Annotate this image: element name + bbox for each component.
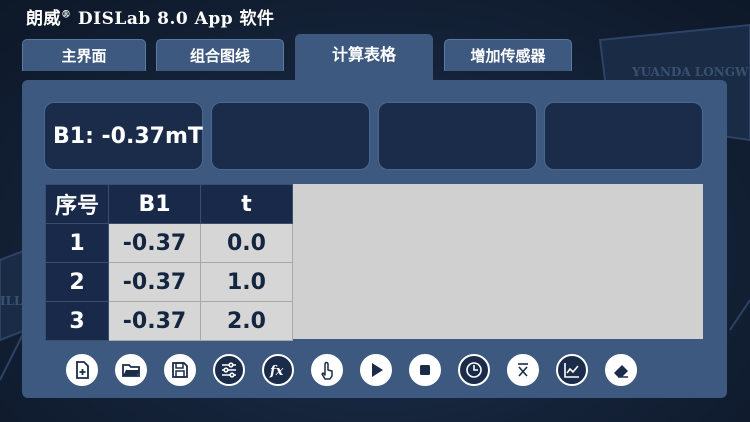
average-button[interactable] [507,354,539,386]
reading-box-1[interactable]: B1: -0.37mT [44,102,203,170]
table-row: 3 -0.37 2.0 [45,301,293,341]
function-fx-icon: fx [269,364,284,379]
x-bar-icon [518,363,528,377]
cell-t[interactable]: 2.0 [200,301,293,341]
new-file-button[interactable] [66,354,98,386]
play-button[interactable] [360,354,392,386]
open-folder-button[interactable] [115,354,147,386]
main-panel: B1: -0.37mT 序号 B1 t 1 -0.37 0.0 2 -0.37 … [22,80,727,398]
touch-icon [321,361,333,380]
clock-button[interactable] [458,354,490,386]
tab-calc-table[interactable]: 计算表格 [295,34,433,81]
header-b1[interactable]: B1 [108,184,201,224]
clock-icon [466,362,482,378]
table-header-row: 序号 B1 t [45,184,293,224]
app-title: 朗威® DISLab 8.0 App 软件 [26,4,275,29]
tab-main[interactable]: 主界面 [22,39,146,71]
header-t[interactable]: t [200,184,293,224]
table-row: 2 -0.37 1.0 [45,262,293,302]
cell-b1[interactable]: -0.37 [108,223,201,263]
watermark-text: YUANDA LONGW [631,65,749,79]
settings-sliders-icon [222,362,236,378]
data-table: 序号 B1 t 1 -0.37 0.0 2 -0.37 1.0 3 -0.37 … [45,184,293,341]
registered-mark: ® [61,9,72,21]
chart-button[interactable] [556,354,588,386]
play-icon [372,363,383,377]
app-title-rest: DISLab 8.0 App 软件 [71,9,275,29]
eraser-icon [614,365,628,378]
settings-button[interactable] [213,354,245,386]
cell-b1[interactable]: -0.37 [108,262,201,302]
row-index: 2 [45,262,109,302]
reading-box-2[interactable] [211,102,370,170]
stop-icon [420,365,430,375]
row-index: 3 [45,301,109,341]
eraser-button[interactable] [605,354,637,386]
cell-t[interactable]: 1.0 [200,262,293,302]
tab-combined-graph[interactable]: 组合图线 [156,39,284,71]
app-title-prefix: 朗威 [26,9,61,29]
svg-text:fx: fx [269,364,284,379]
new-file-icon [76,361,89,379]
open-folder-icon [122,364,140,377]
stop-button[interactable] [409,354,441,386]
data-table-area: 序号 B1 t 1 -0.37 0.0 2 -0.37 1.0 3 -0.37 … [45,184,703,341]
table-row: 1 -0.37 0.0 [45,223,293,263]
save-icon [172,362,188,378]
touch-button[interactable] [311,354,343,386]
cell-b1[interactable]: -0.37 [108,301,201,341]
save-button[interactable] [164,354,196,386]
function-button[interactable]: fx [262,354,294,386]
reading-box-3[interactable] [378,102,537,170]
chart-icon [564,363,579,378]
row-index: 1 [45,223,109,263]
tab-add-sensor[interactable]: 增加传感器 [444,39,572,71]
cell-t[interactable]: 0.0 [200,223,293,263]
watermark-text-left: ILL [0,294,23,308]
reading-box-4[interactable] [544,102,703,170]
header-index[interactable]: 序号 [45,184,109,224]
